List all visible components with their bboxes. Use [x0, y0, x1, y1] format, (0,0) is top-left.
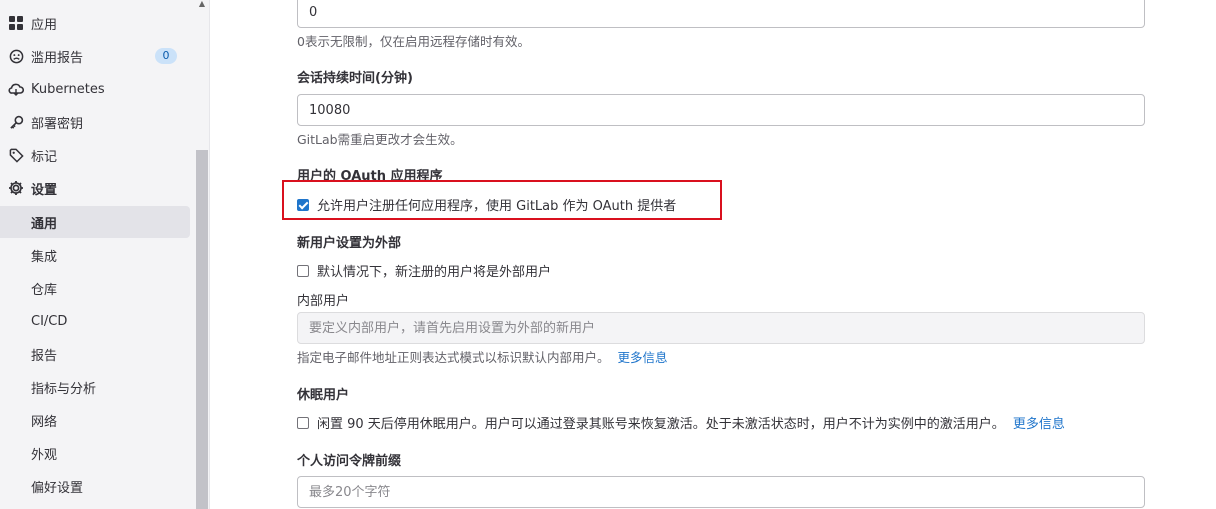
sidebar-item-label: 偏好设置 [31, 480, 84, 496]
sidebar-item-label: 集成 [31, 249, 58, 265]
dormant-checkbox-label: 闲置 90 天后停用休眠用户。用户可以通过登录其账号来恢复激活。处于未激活状态时… [317, 417, 1005, 432]
dormant-more-info-link[interactable]: 更多信息 [1013, 413, 1065, 432]
storage-limit-input[interactable] [297, 0, 1145, 28]
dormant-users-label: 休眠用户 [297, 388, 350, 403]
storage-limit-help: 0表示无限制，仅在启用远程存储时有效。 [297, 34, 530, 49]
internal-users-help: 指定电子邮件地址正则表达式模式以标识默认内部用户。 更多信息 [297, 347, 668, 366]
sidebar-subitem-network[interactable]: 网络 [0, 404, 190, 436]
sidebar-item-label: 报告 [31, 348, 58, 364]
sidebar-item-label: 外观 [31, 447, 58, 463]
sidebar-item-applications[interactable]: 应用 [0, 7, 190, 39]
session-duration-help: GitLab需重启更改才会生效。 [297, 132, 463, 147]
external-label: 新用户设置为外部 [297, 236, 402, 251]
sidebar-subitem-integrations[interactable]: 集成 [0, 239, 190, 271]
session-duration-label: 会话持续时间(分钟) [297, 71, 413, 86]
internal-users-label: 内部用户 [297, 294, 350, 309]
external-checkbox-label: 默认情况下，新注册的用户将是外部用户 [317, 265, 552, 280]
dormant-checkbox[interactable] [297, 416, 309, 429]
label-icon [8, 147, 24, 163]
external-checkbox-row[interactable]: 默认情况下，新注册的用户将是外部用户 [297, 261, 551, 280]
sidebar-item-abuse-reports[interactable]: 滥用报告 0 [0, 40, 190, 72]
sidebar-subitem-repository[interactable]: 仓库 [0, 272, 190, 304]
sidebar-item-settings[interactable]: 设置 [0, 172, 190, 204]
sidebar-scrollbar[interactable] [196, 150, 208, 509]
sidebar-subitem-general[interactable]: 通用 [0, 206, 190, 238]
highlight-box [282, 180, 722, 220]
sidebar-subitem-preferences[interactable]: 偏好设置 [0, 470, 190, 502]
more-info-link[interactable]: 更多信息 [618, 350, 668, 365]
sidebar-subitem-appearance[interactable]: 外观 [0, 437, 190, 469]
key-icon [8, 114, 24, 130]
sidebar-item-label: 网络 [31, 414, 58, 430]
sidebar-subitem-metrics[interactable]: 指标与分析 [0, 371, 190, 403]
dormant-checkbox-row[interactable]: 闲置 90 天后停用休眠用户。用户可以通过登录其账号来恢复激活。处于未激活状态时… [297, 413, 1065, 432]
external-checkbox[interactable] [297, 264, 309, 277]
sidebar-subitem-reporting[interactable]: 报告 [0, 338, 190, 370]
abuse-report-icon [8, 48, 24, 64]
sidebar-item-label: 部署密钥 [31, 116, 84, 132]
count-badge: 0 [155, 48, 177, 64]
scroll-up-arrow-icon[interactable]: ▲ [198, 0, 206, 8]
sidebar-item-kubernetes[interactable]: Kubernetes [0, 73, 190, 105]
session-duration-input[interactable] [297, 94, 1145, 126]
sidebar-item-label: 仓库 [31, 282, 58, 298]
sidebar-item-label: 滥用报告 [31, 50, 84, 66]
sidebar-subitem-ci-cd[interactable]: CI/CD [0, 305, 190, 337]
sidebar-item-label: 标记 [31, 149, 58, 165]
sidebar-item-label: Kubernetes [31, 81, 105, 97]
sidebar-item-label: 应用 [31, 17, 58, 33]
sidebar-item-label: 指标与分析 [31, 381, 97, 397]
sidebar: ▲ 应用 滥用报告 0 Kubernetes 部署密钥 标记 设置 通用 集成 … [0, 0, 210, 509]
grid-icon [8, 15, 24, 31]
sidebar-item-label: 设置 [31, 182, 58, 198]
internal-users-input[interactable] [297, 312, 1145, 344]
internal-users-help-text: 指定电子邮件地址正则表达式模式以标识默认内部用户。 [297, 350, 610, 365]
settings-icon [8, 180, 24, 196]
sidebar-item-deploy-keys[interactable]: 部署密钥 [0, 106, 190, 138]
sidebar-item-label: CI/CD [31, 313, 68, 329]
sidebar-item-labels[interactable]: 标记 [0, 139, 190, 171]
sidebar-item-label: 通用 [31, 216, 58, 232]
token-prefix-input[interactable] [297, 476, 1145, 508]
settings-form: 0表示无限制，仅在启用远程存储时有效。 会话持续时间(分钟) GitLab需重启… [211, 0, 1216, 509]
cloud-gear-icon [8, 81, 24, 97]
token-prefix-label: 个人访问令牌前缀 [297, 454, 402, 469]
